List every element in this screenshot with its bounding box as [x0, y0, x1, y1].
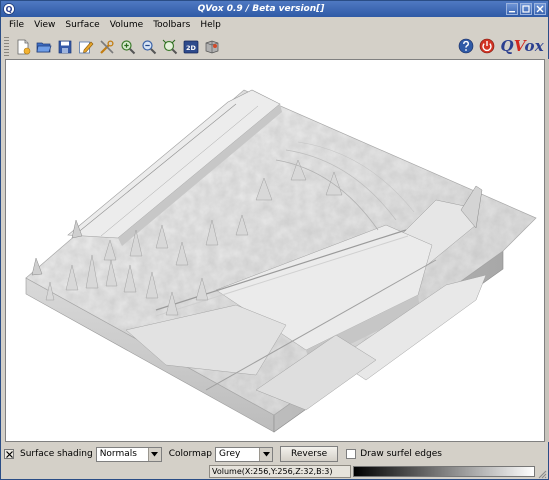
maximize-button[interactable] [520, 3, 532, 15]
snapshot-icon [205, 40, 219, 53]
surface-shading-select[interactable]: Normals [95, 446, 162, 462]
viewport-scrollbar[interactable] [545, 59, 549, 442]
zoom-out-button[interactable] [139, 37, 159, 57]
close-panel-button[interactable] [4, 449, 14, 459]
colormap-label: Colormap [168, 449, 213, 459]
zoom-fit-icon [162, 39, 178, 54]
help-icon [458, 38, 473, 54]
app-window: Q QVox 0.9 / Beta version[] File View Su… [0, 0, 549, 480]
open-folder-button[interactable] [34, 37, 54, 57]
menu-surface[interactable]: Surface [60, 17, 104, 34]
zoom-fit-button[interactable] [160, 37, 180, 57]
menu-bar: File View Surface Volume Toolbars Help [1, 17, 548, 34]
close-icon [536, 5, 544, 13]
menu-volume[interactable]: Volume [105, 17, 148, 34]
help-button[interactable] [456, 36, 476, 56]
menu-view[interactable]: View [29, 17, 60, 34]
new-file-icon [17, 39, 31, 54]
toolbar-grip[interactable] [4, 37, 9, 56]
close-button[interactable] [534, 3, 546, 15]
volume-info-status: Volume(X:256,Y:256,Z:32,B:3) [209, 465, 351, 478]
surface-shading-value: Normals [99, 449, 137, 459]
menu-toolbars[interactable]: Toolbars [148, 17, 195, 34]
zoom-in-button[interactable] [118, 37, 138, 57]
draw-surfel-edges-label: Draw surfel edges [360, 449, 442, 459]
reverse-button[interactable]: Reverse [280, 446, 339, 462]
colormap-value: Grey [219, 449, 241, 459]
snapshot-button[interactable] [202, 37, 222, 57]
svg-text:2D: 2D [186, 44, 197, 52]
svg-text:Q: Q [6, 5, 13, 14]
main-toolbar: 2D QVox [1, 34, 548, 59]
zoom-in-icon [121, 39, 136, 54]
close-icon [5, 450, 13, 458]
toolbar-right: QVox [456, 36, 545, 56]
window-title: QVox 0.9 / Beta version[] [197, 4, 325, 14]
resize-grip-icon[interactable] [537, 469, 547, 479]
colormap-gradient-bar [353, 466, 535, 477]
chevron-down-icon [147, 447, 161, 461]
title-bar[interactable]: Q QVox 0.9 / Beta version[] [1, 1, 548, 17]
qvox-logo: QVox [500, 37, 544, 55]
new-file-button[interactable] [13, 37, 33, 57]
minimize-button[interactable] [506, 3, 518, 15]
surface-shading-label: Surface shading [20, 449, 93, 459]
volume-surface-render[interactable] [6, 60, 545, 442]
render-viewport[interactable] [5, 59, 545, 442]
zoom-out-icon [142, 39, 157, 54]
save-button[interactable] [55, 37, 75, 57]
edit-button[interactable] [76, 37, 96, 57]
save-disk-icon [58, 40, 72, 53]
colormap-select[interactable]: Grey [215, 446, 274, 462]
minimize-icon [509, 11, 515, 13]
surface-controls-bar: Surface shading Normals Colormap Grey Re… [1, 444, 548, 464]
edit-pencil-icon [79, 41, 94, 53]
view-2d-icon: 2D [183, 40, 199, 53]
menu-help[interactable]: Help [195, 17, 226, 34]
quit-button[interactable] [477, 36, 497, 56]
open-folder-icon [36, 42, 52, 52]
draw-surfel-edges-checkbox[interactable] [346, 449, 357, 459]
maximize-icon [522, 5, 530, 13]
chevron-down-icon [259, 447, 273, 461]
power-icon [479, 38, 494, 54]
menu-file[interactable]: File [4, 17, 29, 34]
app-logo-icon: Q [2, 2, 16, 16]
view-2d-button[interactable]: 2D [181, 37, 201, 57]
status-bar: Volume(X:256,Y:256,Z:32,B:3) [1, 464, 548, 480]
tools-button[interactable] [97, 37, 117, 57]
tools-icon [100, 39, 114, 54]
